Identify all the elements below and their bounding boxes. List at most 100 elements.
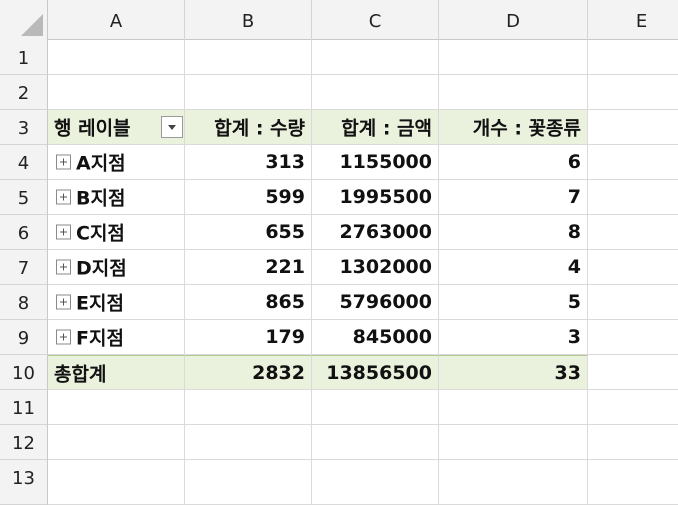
cell-e4[interactable] xyxy=(588,145,678,180)
amount-value: 1155000 xyxy=(339,151,432,173)
pivot-item-qty[interactable]: 179 xyxy=(185,320,312,355)
row-header-3[interactable]: 3 xyxy=(0,110,48,145)
cell-b2[interactable] xyxy=(185,75,312,110)
cell-e1[interactable] xyxy=(588,40,678,75)
row-header-9[interactable]: 9 xyxy=(0,320,48,355)
cell-e5[interactable] xyxy=(588,180,678,215)
row-header-8[interactable]: 8 xyxy=(0,285,48,320)
expand-plus-icon[interactable] xyxy=(56,259,71,275)
pivot-item-count[interactable]: 8 xyxy=(439,215,588,250)
cell-a11[interactable] xyxy=(48,390,185,425)
pivot-item-label-cell[interactable]: E지점 xyxy=(48,285,185,320)
spreadsheet-grid[interactable]: A B C D E 1 2 3 4 5 6 7 8 9 10 11 12 13 … xyxy=(0,0,678,505)
pivot-item-qty[interactable]: 655 xyxy=(185,215,312,250)
cell-e10[interactable] xyxy=(588,355,678,390)
pivot-sum-qty-header[interactable]: 합계 : 수량 xyxy=(185,110,312,145)
expand-plus-icon[interactable] xyxy=(56,329,71,345)
cell-e9[interactable] xyxy=(588,320,678,355)
grand-total-qty[interactable]: 2832 xyxy=(185,355,312,390)
qty-value: 599 xyxy=(265,186,305,208)
cell-c13[interactable] xyxy=(312,460,439,505)
row-header-6[interactable]: 6 xyxy=(0,215,48,250)
column-header-e[interactable]: E xyxy=(588,0,678,40)
pivot-row-label-header[interactable]: 행 레이블 xyxy=(48,110,185,145)
expand-plus-icon[interactable] xyxy=(56,154,71,170)
pivot-item-count[interactable]: 4 xyxy=(439,250,588,285)
pivot-item-count[interactable]: 3 xyxy=(439,320,588,355)
cell-d13[interactable] xyxy=(439,460,588,505)
pivot-item-amount[interactable]: 1302000 xyxy=(312,250,439,285)
row-header-12[interactable]: 12 xyxy=(0,425,48,460)
pivot-item-count[interactable]: 7 xyxy=(439,180,588,215)
pivot-item-row: F지점 179 845000 3 xyxy=(48,320,678,355)
pivot-item-qty[interactable]: 865 xyxy=(185,285,312,320)
cell-d11[interactable] xyxy=(439,390,588,425)
grand-total-label-cell[interactable]: 총합계 xyxy=(48,355,185,390)
pivot-item-amount[interactable]: 2763000 xyxy=(312,215,439,250)
filter-dropdown-icon[interactable] xyxy=(161,116,183,138)
cell-a1[interactable] xyxy=(48,40,185,75)
sheet-row-1 xyxy=(48,40,678,75)
pivot-item-amount[interactable]: 1155000 xyxy=(312,145,439,180)
pivot-item-qty[interactable]: 313 xyxy=(185,145,312,180)
row-header-7[interactable]: 7 xyxy=(0,250,48,285)
cell-b1[interactable] xyxy=(185,40,312,75)
pivot-item-label-cell[interactable]: F지점 xyxy=(48,320,185,355)
cell-e7[interactable] xyxy=(588,250,678,285)
row-header-2[interactable]: 2 xyxy=(0,75,48,110)
column-header-b[interactable]: B xyxy=(185,0,312,40)
row-header-4[interactable]: 4 xyxy=(0,145,48,180)
pivot-item-amount[interactable]: 1995500 xyxy=(312,180,439,215)
pivot-item-qty[interactable]: 599 xyxy=(185,180,312,215)
grand-total-amount[interactable]: 13856500 xyxy=(312,355,439,390)
grand-total-count[interactable]: 33 xyxy=(439,355,588,390)
count-value: 5 xyxy=(567,291,581,313)
pivot-item-label-cell[interactable]: A지점 xyxy=(48,145,185,180)
pivot-item-label-cell[interactable]: C지점 xyxy=(48,215,185,250)
sheet-row-12 xyxy=(48,425,678,460)
cell-c11[interactable] xyxy=(312,390,439,425)
pivot-item-qty[interactable]: 221 xyxy=(185,250,312,285)
pivot-item-label: D지점 xyxy=(76,257,127,280)
cell-c2[interactable] xyxy=(312,75,439,110)
cell-b13[interactable] xyxy=(185,460,312,505)
cell-e8[interactable] xyxy=(588,285,678,320)
cell-b12[interactable] xyxy=(185,425,312,460)
expand-plus-icon[interactable] xyxy=(56,224,71,240)
cell-a12[interactable] xyxy=(48,425,185,460)
cell-e3[interactable] xyxy=(588,110,678,145)
cell-d12[interactable] xyxy=(439,425,588,460)
cell-e2[interactable] xyxy=(588,75,678,110)
pivot-item-label-cell[interactable]: B지점 xyxy=(48,180,185,215)
pivot-item-amount[interactable]: 5796000 xyxy=(312,285,439,320)
pivot-sum-amount-header[interactable]: 합계 : 금액 xyxy=(312,110,439,145)
cell-c1[interactable] xyxy=(312,40,439,75)
cell-e6[interactable] xyxy=(588,215,678,250)
select-all-corner[interactable] xyxy=(0,0,48,40)
row-header-1[interactable]: 1 xyxy=(0,40,48,75)
cell-c12[interactable] xyxy=(312,425,439,460)
cell-e11[interactable] xyxy=(588,390,678,425)
column-header-c[interactable]: C xyxy=(312,0,439,40)
pivot-count-header[interactable]: 개수 : 꽃종류 xyxy=(439,110,588,145)
expand-plus-icon[interactable] xyxy=(56,294,71,310)
column-header-a[interactable]: A xyxy=(48,0,185,40)
pivot-item-count[interactable]: 6 xyxy=(439,145,588,180)
cell-d2[interactable] xyxy=(439,75,588,110)
cell-a13[interactable] xyxy=(48,460,185,505)
cell-a2[interactable] xyxy=(48,75,185,110)
pivot-item-label-cell[interactable]: D지점 xyxy=(48,250,185,285)
cell-e12[interactable] xyxy=(588,425,678,460)
row-header-11[interactable]: 11 xyxy=(0,390,48,425)
pivot-item-count[interactable]: 5 xyxy=(439,285,588,320)
sum-amount-header-text: 합계 : 금액 xyxy=(341,117,432,140)
row-header-10[interactable]: 10 xyxy=(0,355,48,390)
pivot-item-amount[interactable]: 845000 xyxy=(312,320,439,355)
cell-b11[interactable] xyxy=(185,390,312,425)
expand-plus-icon[interactable] xyxy=(56,189,71,205)
cell-e13[interactable] xyxy=(588,460,678,505)
row-header-13[interactable]: 13 xyxy=(0,460,48,505)
column-header-d[interactable]: D xyxy=(439,0,588,40)
cell-d1[interactable] xyxy=(439,40,588,75)
row-header-5[interactable]: 5 xyxy=(0,180,48,215)
